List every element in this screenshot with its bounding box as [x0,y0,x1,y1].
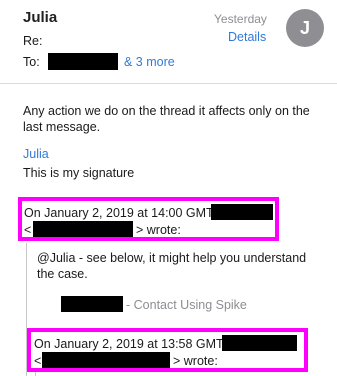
redacted-sender-name [222,335,297,351]
quote-attribution-close: > wrote: [136,223,181,237]
header-divider [0,83,337,84]
redacted-sender-email [42,352,170,368]
signature-name-link[interactable]: Julia [23,147,49,161]
avatar[interactable]: J [286,9,324,47]
nested-quote-attribution-line: On January 2, 2019 at 13:58 GMT, [34,337,226,351]
quote-attribution-line: On January 2, 2019 at 14:00 GMT, [24,206,216,220]
nested-quote-attribution-open: < [34,354,42,368]
nested-quote-bar [35,372,36,376]
signature-text: This is my signature [23,166,135,180]
message-body-line: Any action we do on the thread it affect… [23,104,310,118]
redacted-sender-email [33,221,133,237]
contact-using-spike: - Contact Using Spike [126,298,247,312]
quoted-text: @Julia - see below, it might help you un… [37,250,332,282]
redacted-contact-name [61,296,123,312]
to-label: To: [23,55,40,69]
quoted-text-line: the case. [37,267,88,281]
subject-label: Re: [23,34,43,48]
nested-quote-attribution-close: > wrote: [173,354,218,368]
avatar-initial: J [299,17,310,38]
message-body-line: last message. [23,120,101,134]
more-recipients-link[interactable]: & 3 more [124,55,175,69]
redacted-recipient [48,53,118,70]
details-link[interactable]: Details [228,30,266,44]
quoted-text-line: @Julia - see below, it might help you un… [37,251,307,265]
message-body: Any action we do on the thread it affect… [23,103,323,135]
quote-attribution-open: < [24,223,32,237]
sender-name: Julia [23,9,58,26]
message-date: Yesterday [214,12,267,26]
redacted-sender-name [211,204,273,220]
